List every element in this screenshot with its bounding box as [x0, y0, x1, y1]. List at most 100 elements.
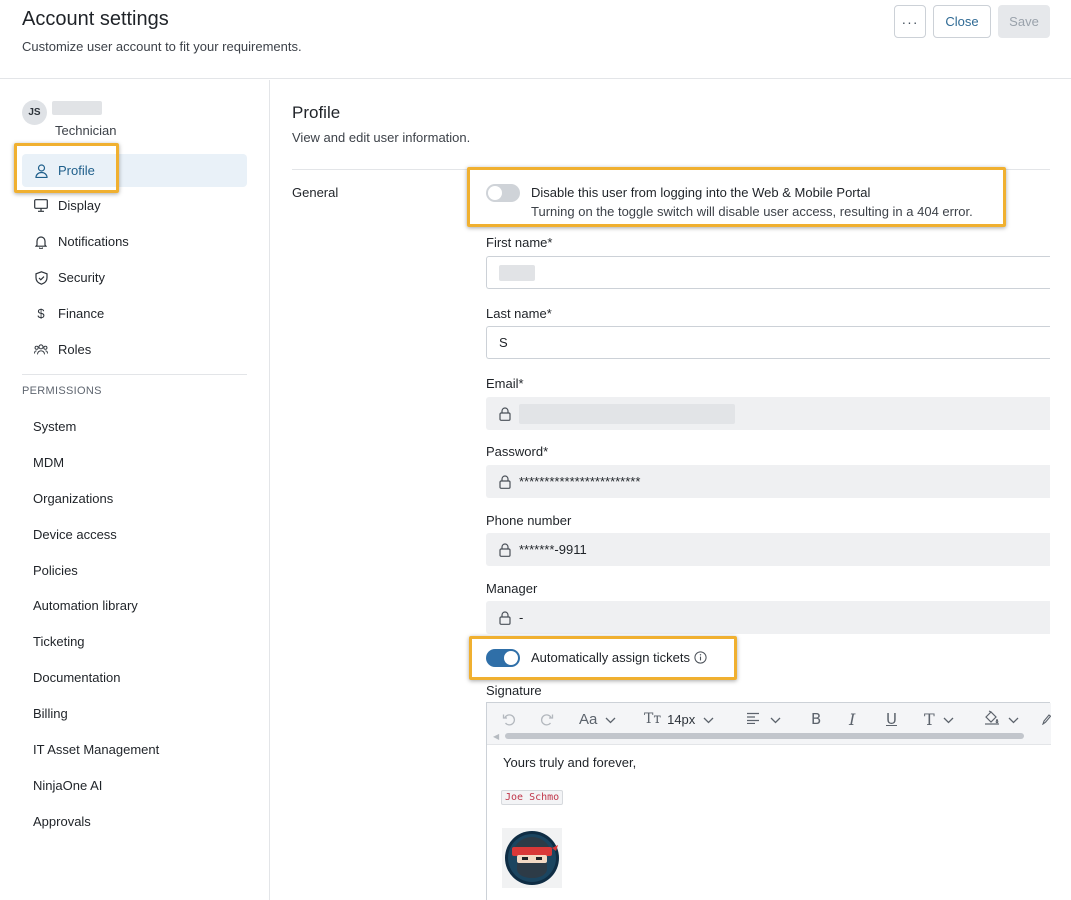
redacted-value: [499, 264, 535, 281]
font-family-label: Aa: [579, 710, 598, 728]
align-dropdown[interactable]: [746, 709, 781, 729]
signature-code-name: Joe Schmo: [501, 790, 564, 805]
shield-icon: [34, 270, 48, 285]
sidebar-item-notifications[interactable]: Notifications: [22, 225, 247, 258]
phone-label: Phone number: [486, 513, 572, 528]
sidebar-item-security[interactable]: Security: [22, 261, 247, 294]
sidebar-item-label: Security: [58, 270, 105, 285]
sidebar-item-label: Profile: [58, 163, 95, 178]
pen-icon[interactable]: [1041, 709, 1051, 729]
font-size-dropdown[interactable]: Tт 14px: [644, 709, 714, 729]
page-title: Account settings: [22, 8, 169, 30]
section-title: Profile: [292, 103, 341, 122]
lock-icon: [499, 610, 513, 626]
text-style-dropdown[interactable]: T: [924, 709, 954, 729]
avatar: JS: [22, 100, 47, 125]
align-left-icon: [746, 711, 760, 727]
user-role: Technician: [55, 123, 117, 138]
auto-assign-label: Automatically assign tickets: [531, 650, 707, 665]
toggle-knob: [488, 186, 502, 200]
manager-field: -: [486, 601, 1050, 634]
more-options-button[interactable]: ···: [894, 5, 926, 38]
sidebar-item-mdm[interactable]: MDM: [33, 455, 64, 470]
sidebar-item-it-asset-management[interactable]: IT Asset Management: [33, 742, 159, 757]
auto-assign-text: Automatically assign tickets: [531, 650, 690, 665]
bell-icon: [34, 235, 48, 249]
first-name-label: First name*: [486, 235, 553, 250]
signature-label: Signature: [486, 683, 542, 698]
lock-icon: [499, 406, 513, 422]
signature-editor[interactable]: Aa Tт 14px B I U T ◀ Yours truly and for…: [486, 702, 1051, 900]
chevron-down-icon: [1008, 711, 1019, 727]
section-divider: [292, 169, 1050, 170]
sidebar-item-display[interactable]: Display: [22, 189, 247, 222]
font-family-dropdown[interactable]: Aa: [579, 709, 616, 729]
manager-label: Manager: [486, 581, 538, 596]
user-icon: [34, 163, 48, 178]
italic-icon[interactable]: I: [849, 709, 855, 729]
ninja-logo-icon: [502, 828, 562, 888]
sidebar-item-label: Roles: [58, 342, 92, 357]
sidebar-item-policies[interactable]: Policies: [33, 563, 78, 578]
users-icon: [34, 343, 48, 357]
undo-icon[interactable]: [501, 709, 517, 729]
disable-user-description: Turning on the toggle switch will disabl…: [531, 204, 973, 219]
redacted-value: [519, 403, 735, 424]
email-field: [486, 397, 1050, 430]
sidebar-item-billing[interactable]: Billing: [33, 706, 68, 721]
sidebar-item-automation-library[interactable]: Automation library: [33, 598, 138, 613]
dollar-icon: $: [37, 306, 45, 321]
sidebar-item-system[interactable]: System: [33, 419, 76, 434]
lock-icon: [499, 474, 513, 490]
underline-icon[interactable]: U: [886, 709, 897, 729]
user-name-redacted: [52, 101, 102, 115]
lock-icon: [499, 542, 513, 558]
toolbar-scrollbar[interactable]: [505, 733, 1024, 739]
text-icon: T: [924, 709, 935, 729]
page-subtitle: Customize user account to fit your requi…: [22, 39, 302, 54]
editor-toolbar: Aa Tт 14px B I U T ◀: [487, 703, 1051, 745]
sidebar-item-ninjaone-ai[interactable]: NinjaOne AI: [33, 778, 102, 793]
toggle-knob: [504, 651, 518, 665]
sidebar-item-approvals[interactable]: Approvals: [33, 814, 91, 829]
disable-user-title: Disable this user from logging into the …: [531, 185, 871, 200]
permissions-divider: [22, 374, 247, 375]
phone-value: *******-9911: [519, 542, 587, 557]
disable-user-toggle[interactable]: [486, 184, 520, 202]
sidebar-item-label: Finance: [58, 306, 105, 321]
font-size-value: 14px: [667, 711, 696, 727]
sidebar-item-device-access[interactable]: Device access: [33, 527, 117, 542]
save-button[interactable]: Save: [998, 5, 1050, 38]
scroll-left-icon[interactable]: ◀: [493, 732, 499, 741]
sidebar-item-organizations[interactable]: Organizations: [33, 491, 113, 506]
password-field: ************************: [486, 465, 1050, 498]
phone-field: *******-9911: [486, 533, 1050, 566]
chevron-down-icon: [605, 711, 616, 727]
bold-icon[interactable]: B: [811, 709, 821, 729]
page-header: Account settings Customize user account …: [0, 0, 1071, 79]
sidebar-item-label: Notifications: [58, 234, 129, 249]
monitor-icon: [34, 199, 48, 213]
last-name-input[interactable]: S: [486, 326, 1050, 359]
close-button[interactable]: Close: [933, 5, 991, 38]
sidebar-item-roles[interactable]: Roles: [22, 333, 247, 366]
sidebar-item-ticketing[interactable]: Ticketing: [33, 634, 85, 649]
sidebar-item-profile[interactable]: Profile: [22, 154, 247, 187]
auto-assign-toggle[interactable]: [486, 649, 520, 667]
permissions-heading: PERMISSIONS: [22, 385, 102, 397]
sidebar-item-finance[interactable]: $ Finance: [22, 297, 247, 330]
info-icon[interactable]: [694, 651, 707, 664]
chevron-down-icon: [770, 711, 781, 727]
sidebar-item-documentation[interactable]: Documentation: [33, 670, 120, 685]
last-name-label: Last name*: [486, 306, 552, 321]
sidebar-item-label: Display: [58, 198, 101, 213]
paint-bucket-icon: [984, 710, 1000, 728]
password-label: Password*: [486, 444, 549, 459]
fill-color-dropdown[interactable]: [984, 709, 1019, 729]
first-name-input[interactable]: [486, 256, 1050, 289]
section-subtitle: View and edit user information.: [292, 130, 471, 145]
signature-text: Yours truly and forever,: [503, 755, 637, 770]
redo-icon[interactable]: [539, 709, 555, 729]
password-value: ************************: [519, 474, 641, 489]
manager-value: -: [519, 610, 524, 625]
